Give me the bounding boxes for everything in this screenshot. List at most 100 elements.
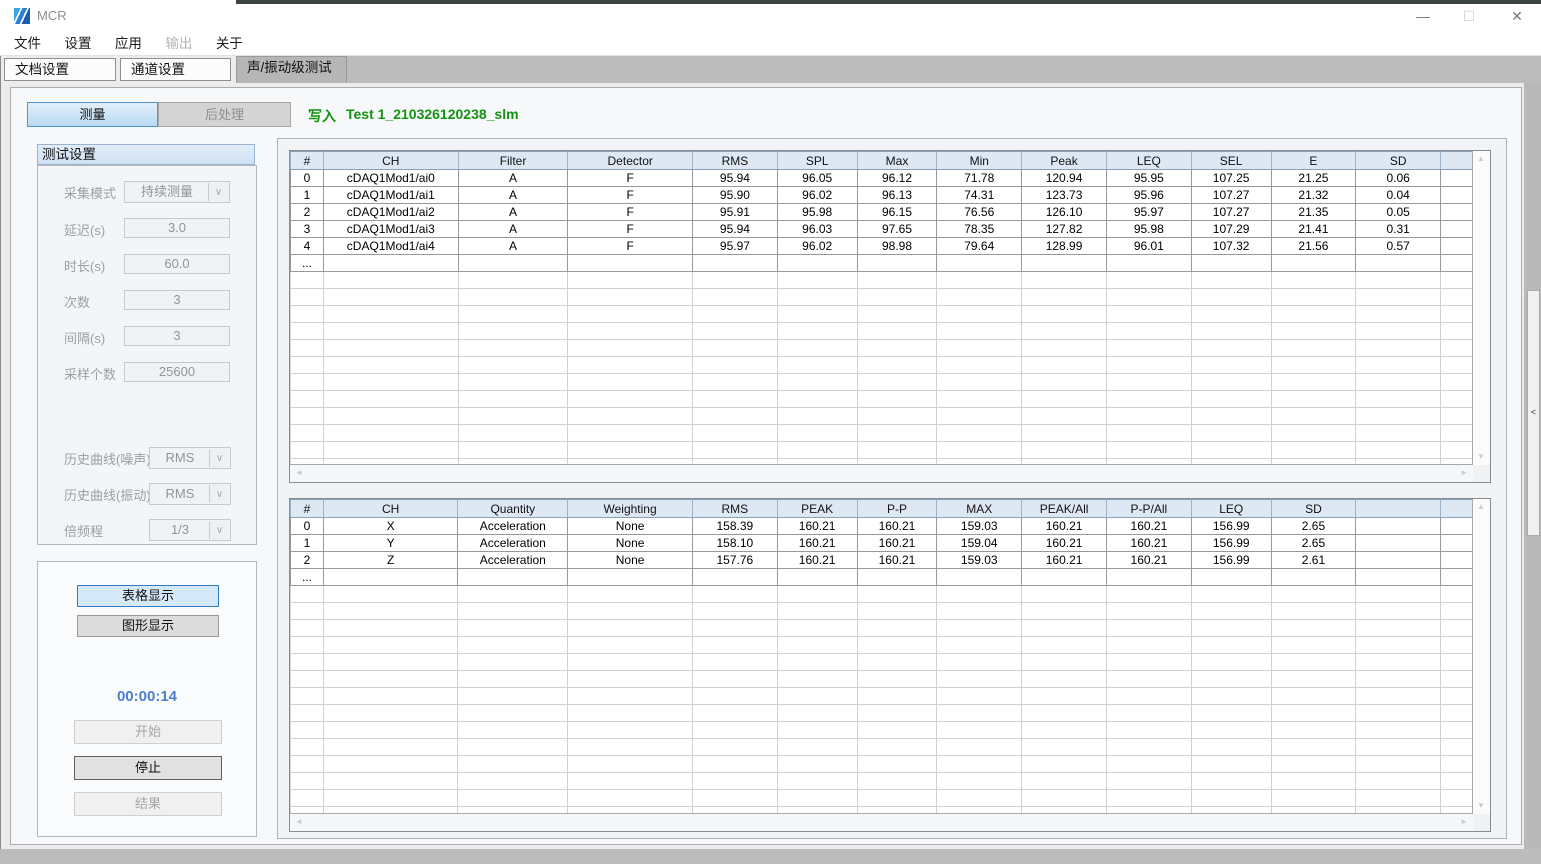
field-input[interactable]: 3.0	[124, 218, 230, 238]
table-cell[interactable]	[1191, 255, 1271, 272]
table-cell[interactable]: 123.73	[1022, 187, 1107, 204]
table-cell[interactable]	[1356, 552, 1441, 569]
table-cell[interactable]: None	[568, 518, 693, 535]
column-header[interactable]: PEAK/All	[1022, 500, 1107, 518]
table-cell[interactable]	[1441, 518, 1473, 535]
table-cell[interactable]: 96.02	[777, 187, 857, 204]
table-cell[interactable]	[1441, 204, 1473, 221]
table-cell[interactable]: Acceleration	[458, 552, 568, 569]
table-cell[interactable]	[692, 569, 777, 586]
column-header[interactable]: SPL	[777, 152, 857, 170]
table-cell[interactable]: 160.21	[777, 552, 857, 569]
column-header[interactable]: LEQ	[1106, 152, 1191, 170]
table-cell[interactable]: 21.41	[1271, 221, 1356, 238]
field-input[interactable]: 60.0	[124, 254, 230, 274]
table-cell[interactable]: 158.39	[692, 518, 777, 535]
tab-document-settings[interactable]: 文档设置	[4, 58, 116, 81]
table-cell[interactable]: 3	[291, 221, 324, 238]
table-cell[interactable]	[1356, 535, 1441, 552]
measure-button[interactable]: 测量	[27, 102, 158, 127]
table-cell[interactable]	[1441, 187, 1473, 204]
column-header[interactable]: SD	[1356, 152, 1441, 170]
table-cell[interactable]: 96.13	[857, 187, 937, 204]
table-cell[interactable]: 98.98	[857, 238, 937, 255]
table-cell[interactable]: 2.65	[1271, 518, 1356, 535]
column-header[interactable]: P-P/All	[1107, 500, 1192, 518]
column-header[interactable]: #	[291, 152, 324, 170]
close-button[interactable]: ✕	[1495, 0, 1539, 32]
table-cell[interactable]: ...	[291, 569, 324, 586]
table-cell[interactable]	[693, 255, 778, 272]
column-header[interactable]: Min	[937, 152, 1022, 170]
table-cell[interactable]	[1107, 569, 1192, 586]
column-header[interactable]	[1441, 152, 1473, 170]
column-header[interactable]: CH	[323, 500, 458, 518]
table-cell[interactable]: 95.97	[1106, 204, 1191, 221]
table-cell[interactable]: 0.31	[1356, 221, 1441, 238]
table-cell[interactable]	[1441, 238, 1473, 255]
menu-about[interactable]: 关于	[216, 32, 243, 55]
table-cell[interactable]: 120.94	[1022, 170, 1107, 187]
table-cell[interactable]: 107.27	[1191, 204, 1271, 221]
table-cell[interactable]: cDAQ1Mod1/ai4	[323, 238, 458, 255]
table-cell[interactable]: None	[568, 535, 693, 552]
menu-settings[interactable]: 设置	[64, 32, 91, 55]
column-header[interactable]: MAX	[937, 500, 1022, 518]
table-cell[interactable]: 1	[291, 535, 324, 552]
table-cell[interactable]: 74.31	[937, 187, 1022, 204]
sound-table-vertical-scrollbar[interactable]: ▲ ▼	[1472, 151, 1490, 465]
table-cell[interactable]	[1441, 170, 1473, 187]
table-cell[interactable]	[1441, 255, 1473, 272]
table-cell[interactable]: 95.98	[777, 204, 857, 221]
table-cell[interactable]: 159.04	[937, 535, 1022, 552]
table-cell[interactable]: 2	[291, 552, 324, 569]
scroll-left-icon[interactable]: ◄	[295, 469, 303, 477]
scroll-down-icon[interactable]: ▼	[1477, 453, 1485, 461]
scroll-up-icon[interactable]: ▲	[1477, 503, 1485, 511]
column-header[interactable]: SD	[1271, 500, 1356, 518]
column-header[interactable]: CH	[323, 152, 458, 170]
table-cell[interactable]: 79.64	[937, 238, 1022, 255]
table-cell[interactable]: 4	[291, 238, 324, 255]
table-cell[interactable]: 96.15	[857, 204, 937, 221]
table-cell[interactable]: 95.94	[693, 221, 778, 238]
result-button[interactable]: 结果	[74, 792, 222, 816]
table-cell[interactable]: 1	[291, 187, 324, 204]
table-cell[interactable]: F	[568, 204, 693, 221]
table-cell[interactable]: 160.21	[1107, 518, 1192, 535]
chevron-down-icon[interactable]: ∨	[208, 183, 228, 201]
table-cell[interactable]: 96.03	[777, 221, 857, 238]
table-cell[interactable]: 96.05	[777, 170, 857, 187]
table-cell[interactable]: 96.02	[777, 238, 857, 255]
column-header[interactable]: E	[1271, 152, 1356, 170]
table-cell[interactable]: 160.21	[857, 552, 937, 569]
chevron-down-icon[interactable]: ∨	[209, 449, 229, 467]
table-cell[interactable]	[777, 569, 857, 586]
table-cell[interactable]: 159.03	[937, 518, 1022, 535]
table-cell[interactable]: 160.21	[1022, 552, 1107, 569]
table-cell[interactable]	[937, 255, 1022, 272]
table-cell[interactable]: 95.95	[1106, 170, 1191, 187]
start-button[interactable]: 开始	[74, 720, 222, 744]
table-cell[interactable]: Acceleration	[458, 518, 568, 535]
table-cell[interactable]: Z	[323, 552, 458, 569]
table-cell[interactable]: 160.21	[857, 518, 937, 535]
table-cell[interactable]	[323, 569, 458, 586]
table-cell[interactable]: 21.32	[1271, 187, 1356, 204]
table-cell[interactable]: 0	[291, 518, 324, 535]
chevron-down-icon[interactable]: ∨	[209, 521, 229, 539]
table-cell[interactable]: 158.10	[692, 535, 777, 552]
table-cell[interactable]	[1022, 255, 1107, 272]
column-header[interactable]: Peak	[1022, 152, 1107, 170]
table-cell[interactable]: 160.21	[777, 518, 857, 535]
column-header[interactable]: PEAK	[777, 500, 857, 518]
table-cell[interactable]: F	[568, 170, 693, 187]
table-cell[interactable]	[568, 569, 693, 586]
scroll-left-icon[interactable]: ◄	[295, 818, 303, 826]
table-cell[interactable]	[777, 255, 857, 272]
maximize-button[interactable]: ☐	[1447, 0, 1491, 32]
column-header[interactable]	[1356, 500, 1441, 518]
table-cell[interactable]	[1356, 255, 1441, 272]
column-header[interactable]: LEQ	[1191, 500, 1271, 518]
table-cell[interactable]	[323, 255, 458, 272]
